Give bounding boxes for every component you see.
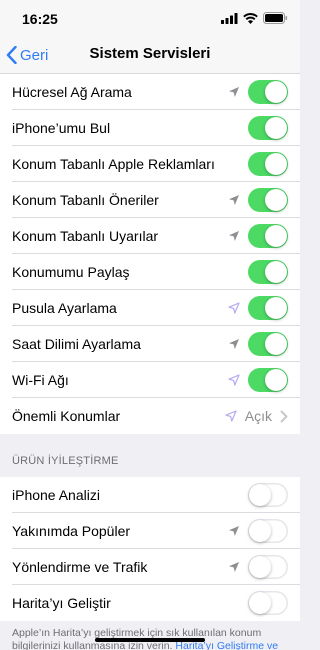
row-label: iPhone Analizi [12,487,100,503]
location-arrow-icon [225,410,237,422]
row-label: Pusula Ayarlama [12,300,117,316]
status-time: 16:25 [22,11,58,27]
toggle-knob [249,592,271,614]
setting-row: Wi-Fi Ağı [0,362,300,398]
toggle-knob [249,556,271,578]
toggle-knob [265,81,287,103]
row-label: Hücresel Ağ Arama [12,84,132,100]
toggle-knob [249,520,271,542]
location-arrow-icon [229,231,239,241]
row-label: Yakınımda Popüler [12,523,131,539]
setting-row: Harita’yı Geliştir [0,585,300,621]
toggle-switch[interactable] [248,368,288,392]
setting-row: iPhone Analizi [0,477,300,513]
toggle-knob [265,297,287,319]
row-label: Önemli Konumlar [12,408,121,424]
section-header: ÜRÜN İYİLEŞTİRME [12,455,119,467]
row-label: Saat Dilimi Ayarlama [12,336,141,352]
toggle-knob [265,117,287,139]
important-locations-row[interactable]: Önemli Konumlar Açık [0,398,300,434]
toggle-switch[interactable] [248,519,288,543]
location-arrow-icon [229,526,239,536]
row-label: Konum Tabanlı Öneriler [12,192,159,208]
setting-row: Pusula Ayarlama [0,290,300,326]
location-arrow-icon [229,562,239,572]
status-bar: 16:25 [0,0,300,36]
product-improvement-list: iPhone Analizi Yakınımda Popüler Yönlendir… [0,477,300,621]
chevron-right-icon [280,410,288,422]
setting-row: Hücresel Ağ Arama [0,74,300,110]
important-locations-value: Açık [244,408,272,424]
toggle-switch[interactable] [248,224,288,248]
navigation-bar: Geri Sistem Servisleri [0,36,300,74]
setting-row: iPhone’umu Bul [0,110,300,146]
wifi-icon [243,12,258,24]
toggle-switch[interactable] [248,591,288,615]
location-arrow-icon [228,302,240,314]
toggle-knob [265,333,287,355]
battery-icon [263,12,288,24]
toggle-switch[interactable] [248,116,288,140]
status-icons [221,12,288,24]
setting-row: Konumumu Paylaş [0,254,300,290]
setting-row: Yakınımda Popüler [0,513,300,549]
toggle-switch[interactable] [248,188,288,212]
setting-row: Konum Tabanlı Apple Reklamları [0,146,300,182]
setting-row: Yönlendirme ve Trafik [0,549,300,585]
toggle-knob [265,261,287,283]
toggle-switch[interactable] [248,296,288,320]
toggle-switch[interactable] [248,80,288,104]
location-arrow-icon [229,195,239,205]
row-label: Yönlendirme ve Trafik [12,559,148,575]
toggle-switch[interactable] [248,332,288,356]
location-arrow-icon [228,374,240,386]
toggle-knob [265,369,287,391]
row-label: Wi-Fi Ağı [12,372,69,388]
toggle-switch[interactable] [248,483,288,507]
system-services-list: Hücresel Ağ Arama iPhone’umu Bul Konum Tab… [0,74,300,434]
setting-row: Konum Tabanlı Öneriler [0,182,300,218]
toggle-switch[interactable] [248,152,288,176]
toggle-switch[interactable] [248,555,288,579]
toggle-switch[interactable] [248,260,288,284]
page-title: Sistem Servisleri [89,45,211,62]
home-indicator [95,638,205,642]
row-label: Konumumu Paylaş [12,264,130,280]
row-label: Konum Tabanlı Uyarılar [12,228,159,244]
setting-row: Konum Tabanlı Uyarılar [0,218,300,254]
signal-icon [221,12,238,24]
row-label: Harita’yı Geliştir [12,595,111,611]
location-arrow-icon [229,339,239,349]
toggle-knob [249,484,271,506]
setting-row: Saat Dilimi Ayarlama [0,326,300,362]
row-label: iPhone’umu Bul [12,120,111,136]
row-label: Konum Tabanlı Apple Reklamları [12,156,215,172]
location-arrow-icon [229,87,239,97]
toggle-knob [265,189,287,211]
toggle-knob [265,225,287,247]
toggle-knob [265,153,287,175]
